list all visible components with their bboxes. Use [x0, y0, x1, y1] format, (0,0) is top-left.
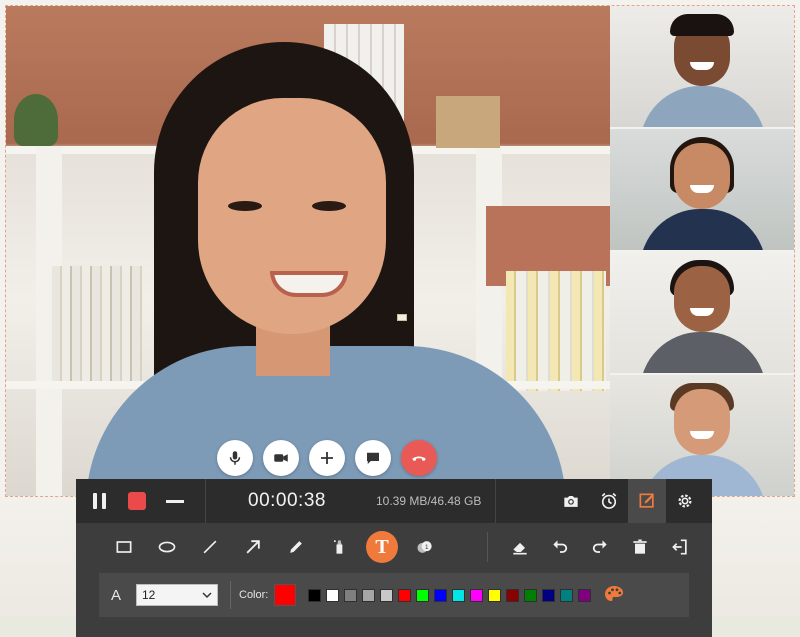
- text-options-bar: A 12 Color:: [99, 573, 689, 617]
- current-color-swatch[interactable]: [274, 584, 297, 606]
- video-camera-icon: [274, 454, 288, 462]
- undo-button[interactable]: [542, 529, 578, 565]
- participant-tile[interactable]: [610, 252, 794, 373]
- color-swatch[interactable]: [434, 588, 448, 602]
- edit-pencil-icon: [639, 493, 654, 508]
- camera-button[interactable]: [263, 440, 299, 476]
- chat-button[interactable]: [355, 440, 391, 476]
- paint-palette-icon: [605, 586, 624, 601]
- exit-icon: [672, 539, 687, 555]
- stop-icon: [128, 492, 146, 510]
- call-controls: [217, 440, 437, 476]
- settings-button[interactable]: [666, 479, 704, 523]
- color-swatch[interactable]: [578, 588, 592, 602]
- color-label: Color:: [239, 589, 269, 601]
- recording-toolbar: 00:00:38 10.39 MB/46.48 GB T 1 A 12 Colo…: [76, 479, 712, 637]
- arrow-icon: [246, 540, 260, 554]
- rectangle-tool[interactable]: [106, 529, 142, 565]
- ellipse-tool[interactable]: [149, 529, 185, 565]
- color-palette: [308, 588, 592, 602]
- color-swatch[interactable]: [362, 588, 376, 602]
- annotation-tools-bar: T 1: [76, 523, 712, 571]
- stop-button[interactable]: [118, 479, 156, 523]
- undo-icon: [553, 540, 568, 553]
- recording-timer: 00:00:38: [248, 490, 326, 511]
- schedule-button[interactable]: [590, 479, 628, 523]
- chevron-down-icon: [202, 592, 212, 599]
- participant-tile[interactable]: [610, 375, 794, 496]
- add-participant-button[interactable]: [309, 440, 345, 476]
- color-swatch[interactable]: [308, 588, 322, 602]
- color-swatch[interactable]: [380, 588, 394, 602]
- exit-annotation-button[interactable]: [662, 529, 698, 565]
- numbered-callout-icon: 1: [417, 541, 432, 553]
- text-tool[interactable]: T: [366, 531, 398, 563]
- color-swatch[interactable]: [542, 588, 556, 602]
- color-swatch[interactable]: [344, 588, 358, 602]
- redo-button[interactable]: [582, 529, 618, 565]
- eraser-button[interactable]: [502, 529, 538, 565]
- color-swatch[interactable]: [488, 588, 502, 602]
- rectangle-icon: [116, 541, 132, 553]
- step-number-tool[interactable]: 1: [407, 529, 443, 565]
- minus-icon: [166, 499, 184, 503]
- recording-state-controls: [76, 479, 206, 523]
- plus-icon: [321, 452, 333, 464]
- line-icon: [203, 540, 217, 554]
- color-swatch[interactable]: [416, 588, 430, 602]
- color-swatch[interactable]: [326, 588, 340, 602]
- recording-actions: [496, 479, 712, 523]
- clear-button[interactable]: [622, 529, 658, 565]
- hang-up-icon: [412, 456, 426, 461]
- screenshot-button[interactable]: [552, 479, 590, 523]
- drawing-tools: T 1: [76, 529, 443, 565]
- edit-actions: [487, 532, 712, 562]
- ellipse-icon: [158, 541, 176, 553]
- color-swatch[interactable]: [506, 588, 520, 602]
- recording-controls-bar: 00:00:38 10.39 MB/46.48 GB: [76, 479, 712, 523]
- mute-button[interactable]: [217, 440, 253, 476]
- pen-icon: [290, 541, 302, 553]
- redo-icon: [592, 540, 607, 553]
- microphone-icon: [229, 451, 241, 465]
- pen-tool[interactable]: [278, 529, 314, 565]
- font-size-value: 12: [142, 588, 156, 602]
- color-swatch[interactable]: [560, 588, 574, 602]
- color-swatch[interactable]: [470, 588, 484, 602]
- trash-icon: [633, 539, 647, 554]
- recording-status: 00:00:38 10.39 MB/46.48 GB: [206, 479, 496, 523]
- participant-tile[interactable]: [610, 6, 794, 127]
- highlighter-tool[interactable]: [321, 529, 357, 565]
- chat-bubble-icon: [367, 452, 379, 464]
- color-swatch[interactable]: [524, 588, 538, 602]
- alarm-clock-icon: [601, 492, 617, 509]
- font-size-label: A: [110, 586, 121, 604]
- line-tool[interactable]: [192, 529, 228, 565]
- color-swatch[interactable]: [452, 588, 466, 602]
- svg-text:1: 1: [425, 544, 429, 551]
- participant-list: [610, 6, 794, 496]
- arrow-tool[interactable]: [235, 529, 271, 565]
- main-speaker-video: [6, 6, 610, 496]
- storage-usage: 10.39 MB/46.48 GB: [375, 494, 482, 508]
- color-swatch[interactable]: [398, 588, 412, 602]
- annotate-button[interactable]: [628, 479, 666, 523]
- participant-tile[interactable]: [610, 129, 794, 250]
- pause-button[interactable]: [80, 479, 118, 523]
- region-resize-handle[interactable]: [397, 314, 407, 321]
- gear-icon: [678, 494, 692, 508]
- highlighter-icon: [334, 540, 343, 554]
- end-call-button[interactable]: [401, 440, 437, 476]
- pause-icon: [92, 493, 106, 509]
- minimize-button[interactable]: [156, 479, 194, 523]
- eraser-icon: [513, 542, 527, 555]
- font-size-select[interactable]: 12: [136, 584, 218, 606]
- divider: [230, 581, 231, 609]
- custom-color-button[interactable]: [599, 580, 629, 610]
- camera-icon: [564, 496, 578, 507]
